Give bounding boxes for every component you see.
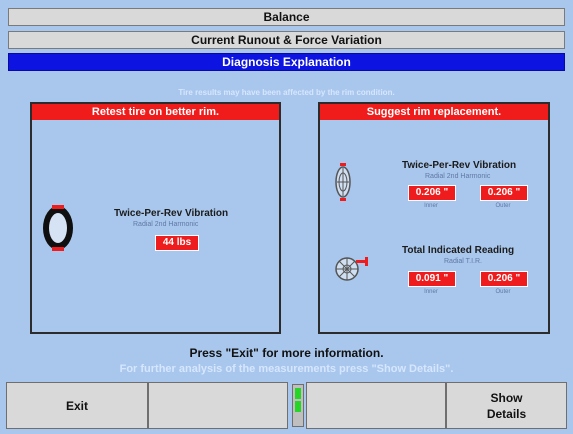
rim-icon xyxy=(335,163,351,201)
rim-vibration-title: Twice-Per-Rev Vibration xyxy=(402,160,517,171)
screen-header: Diagnosis Explanation xyxy=(8,53,565,71)
tire-icon xyxy=(43,205,73,251)
left-panel: Retest tire on better rim. Twice-Per-Rev… xyxy=(30,102,281,334)
vibration-value: 44 lbs xyxy=(155,235,199,251)
show-details-button-label: Show Details xyxy=(486,390,527,421)
tir-outer-value: 0.206 " xyxy=(480,271,528,287)
right-panel-title: Suggest rim replacement. xyxy=(320,104,548,120)
rim-vibration-inner-value: 0.206 " xyxy=(408,185,456,201)
tir-inner-value: 0.091 " xyxy=(408,271,456,287)
rim-gauge-icon xyxy=(335,257,368,281)
f2-button[interactable] xyxy=(148,382,288,429)
tir-inner-label: Inner xyxy=(424,289,438,295)
rim-vibration-inner-label: Inner xyxy=(424,203,438,209)
f3-button[interactable] xyxy=(306,382,446,429)
hint-primary: Press "Exit" for more information. xyxy=(189,346,384,360)
window-title: Balance xyxy=(8,8,565,26)
info-text: Tire results may have been affected by t… xyxy=(178,88,395,97)
exit-button-label: Exit xyxy=(65,398,88,413)
rim-vibration-outer-label: Outer xyxy=(495,203,511,209)
indicator-segment xyxy=(295,401,301,412)
left-panel-title: Retest tire on better rim. xyxy=(32,104,279,120)
hint-secondary: For further analysis of the measurements… xyxy=(119,363,454,375)
indicator-segment xyxy=(295,388,301,399)
show-details-button[interactable]: Show Details xyxy=(446,382,567,429)
vibration-title: Twice-Per-Rev Vibration xyxy=(114,208,229,219)
right-panel: Suggest rim replacement. Twice-Per-Rev V… xyxy=(318,102,550,334)
tir-outer-label: Outer xyxy=(495,289,511,295)
tir-title: Total Indicated Reading xyxy=(402,245,515,256)
vibration-subtitle: Radial 2nd Harmonic xyxy=(133,221,199,228)
exit-button[interactable]: Exit xyxy=(6,382,148,429)
tir-subtitle: Radial T.I.R. xyxy=(444,258,482,265)
status-indicator xyxy=(292,384,304,427)
rim-vibration-outer-value: 0.206 " xyxy=(480,185,528,201)
screen-subtitle: Current Runout & Force Variation xyxy=(8,31,565,49)
rim-vibration-subtitle: Radial 2nd Harmonic xyxy=(425,173,491,180)
